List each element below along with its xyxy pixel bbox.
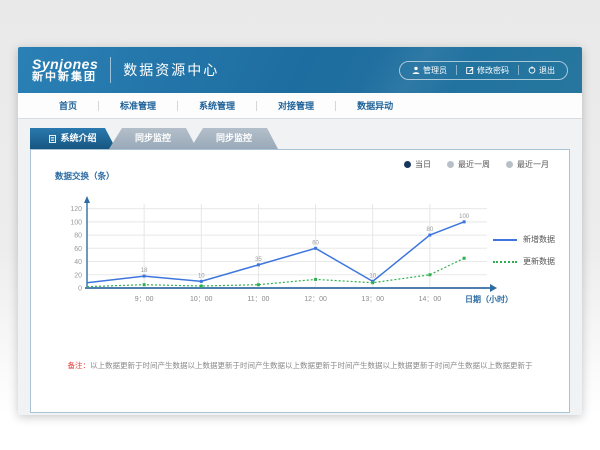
- logo-cn-text: 新中新集团: [32, 72, 98, 84]
- tab-label: 系统介绍: [60, 128, 96, 149]
- document-icon: [49, 135, 56, 143]
- svg-text:14：00: 14：00: [419, 296, 442, 303]
- logout-label: 退出: [539, 65, 555, 76]
- legend-line-sample: [493, 261, 517, 263]
- user-menu[interactable]: 管理员: [412, 65, 447, 76]
- page-title: 数据资源中心: [123, 60, 219, 80]
- radio-last-month[interactable]: 最近一月: [506, 159, 549, 170]
- note-text: 以上数据更新于时间产生数据以上数据更新于时间产生数据以上数据更新于时间产生数据以…: [90, 361, 533, 370]
- legend-label: 更新数据: [523, 256, 555, 267]
- radio-label: 当日: [415, 159, 431, 170]
- edit-icon: [466, 66, 474, 74]
- tab-sync-monitor-2[interactable]: 同步监控: [190, 128, 278, 149]
- content-area: 系统介绍 同步监控 同步监控 当日 最近一周: [18, 119, 582, 415]
- svg-text:120: 120: [70, 206, 82, 213]
- tab-sync-monitor-1[interactable]: 同步监控: [109, 128, 197, 149]
- logo-en-text: Synjones: [32, 57, 98, 72]
- radio-label: 最近一周: [458, 159, 490, 170]
- svg-text:20: 20: [74, 272, 82, 279]
- svg-text:10: 10: [198, 273, 205, 279]
- svg-text:10：00: 10：00: [190, 296, 213, 303]
- svg-text:0: 0: [78, 286, 82, 293]
- svg-text:日期（小时）: 日期（小时）: [465, 294, 513, 304]
- toolbar-divider: [518, 65, 519, 75]
- tab-system-intro[interactable]: 系统介绍: [30, 128, 116, 149]
- legend-line-sample: [493, 239, 517, 241]
- change-password-button[interactable]: 修改密码: [466, 65, 509, 76]
- svg-text:80: 80: [427, 227, 434, 233]
- power-icon: [528, 66, 536, 74]
- line-chart: 0 20 40 60 80 100 120 9：00 10：00 11：00 12：00 13：00 1…: [45, 188, 515, 312]
- note-prefix: 备注：: [68, 361, 91, 370]
- chart-panel: 当日 最近一周 最近一月 数据交换（条） 0 20 40 60 80 100 120 9：00…: [30, 149, 570, 413]
- chart-svg: 0 20 40 60 80 100 120 9：00 10：00 11：00 12：00 13：00 1…: [45, 188, 515, 312]
- svg-text:60: 60: [74, 246, 82, 253]
- legend-item-new-data[interactable]: 新增数据: [493, 234, 555, 245]
- svg-text:10: 10: [369, 273, 376, 279]
- svg-text:100: 100: [459, 214, 470, 220]
- nav-item-system-mgmt[interactable]: 系统管理: [178, 99, 256, 112]
- time-range-filter: 当日 最近一周 最近一月: [404, 159, 549, 170]
- nav-item-standard-mgmt[interactable]: 标准管理: [99, 99, 177, 112]
- company-logo: Synjones 新中新集团: [32, 57, 98, 83]
- toolbar-divider: [456, 65, 457, 75]
- svg-text:35: 35: [255, 257, 262, 263]
- svg-text:80: 80: [74, 233, 82, 240]
- radio-dot: [506, 161, 513, 168]
- svg-text:60: 60: [312, 240, 319, 246]
- nav-item-data-change[interactable]: 数据异动: [336, 99, 414, 112]
- radio-last-week[interactable]: 最近一周: [447, 159, 490, 170]
- svg-text:9：00: 9：00: [135, 296, 154, 303]
- radio-label: 最近一月: [517, 159, 549, 170]
- radio-today[interactable]: 当日: [404, 159, 431, 170]
- svg-text:13：00: 13：00: [361, 296, 384, 303]
- header-divider: [110, 57, 111, 83]
- tab-bar: 系统介绍 同步监控 同步监控: [30, 128, 278, 149]
- radio-dot: [404, 161, 411, 168]
- logout-button[interactable]: 退出: [528, 65, 555, 76]
- user-icon: [412, 66, 420, 74]
- svg-text:100: 100: [70, 219, 82, 226]
- legend-item-updated-data[interactable]: 更新数据: [493, 256, 555, 267]
- svg-text:18: 18: [141, 268, 148, 274]
- svg-text:40: 40: [74, 259, 82, 266]
- user-toolbar: 管理员 修改密码 退出: [399, 61, 568, 80]
- desktop-background: Synjones 新中新集团 数据资源中心 管理员 修改密码: [0, 0, 600, 450]
- y-axis-title: 数据交换（条）: [55, 170, 115, 182]
- app-header: Synjones 新中新集团 数据资源中心 管理员 修改密码: [18, 47, 582, 93]
- chart-legend: 新增数据 更新数据: [493, 234, 555, 267]
- radio-dot: [447, 161, 454, 168]
- nav-item-interface-mgmt[interactable]: 对接管理: [257, 99, 335, 112]
- svg-text:12：00: 12：00: [304, 296, 327, 303]
- footer-note: 备注：以上数据更新于时间产生数据以上数据更新于时间产生数据以上数据更新于时间产生…: [31, 360, 569, 371]
- svg-text:11：00: 11：00: [247, 296, 269, 303]
- user-label: 管理员: [423, 65, 447, 76]
- nav-item-home[interactable]: 首页: [38, 99, 98, 112]
- main-nav: 首页 标准管理 系统管理 对接管理 数据异动: [18, 93, 582, 119]
- legend-label: 新增数据: [523, 234, 555, 245]
- change-password-label: 修改密码: [477, 65, 509, 76]
- app-window: Synjones 新中新集团 数据资源中心 管理员 修改密码: [18, 47, 582, 415]
